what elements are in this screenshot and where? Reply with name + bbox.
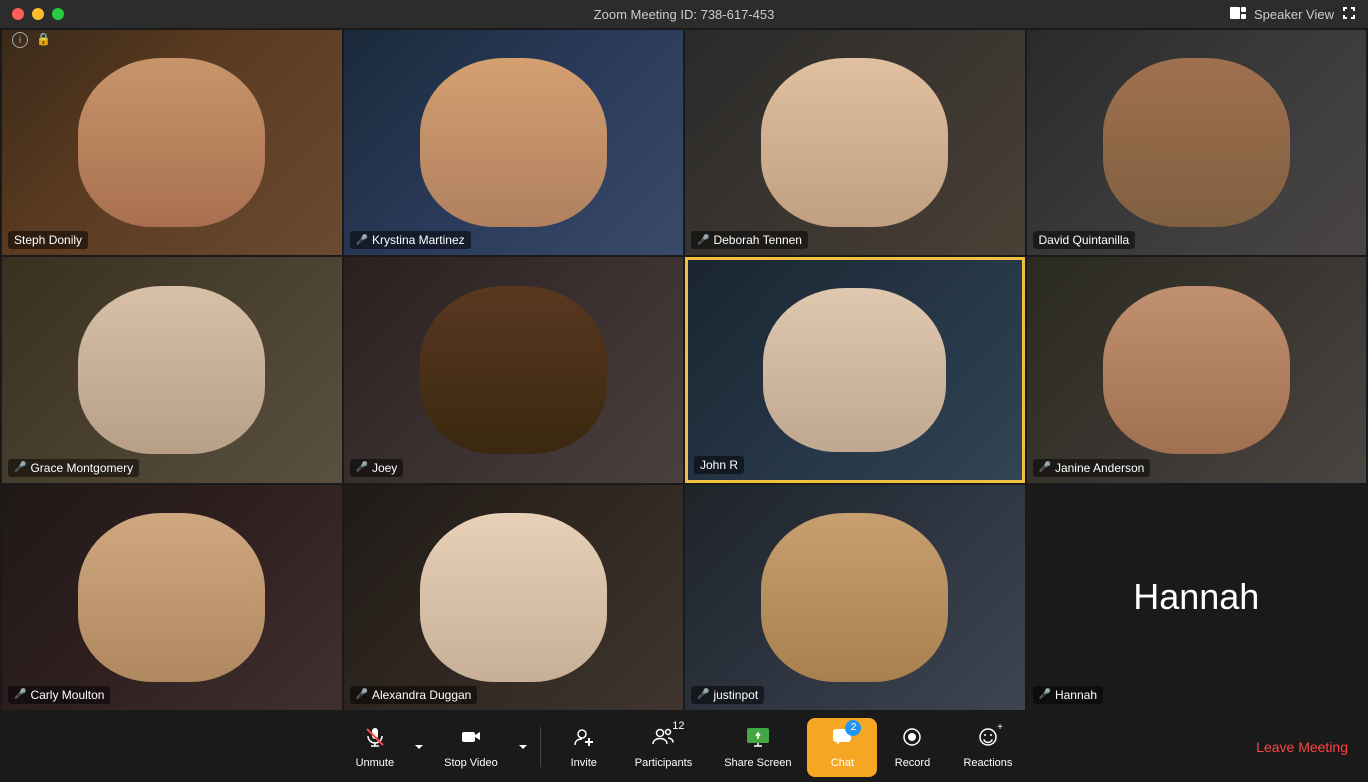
unmute-chevron[interactable]: [410, 734, 428, 760]
chat-button[interactable]: 2 Chat: [807, 718, 877, 777]
participant-name-text-12: Hannah: [1055, 688, 1097, 702]
top-info-icons: i 🔒: [12, 32, 51, 48]
mute-icon-3: 🎤: [697, 235, 709, 246]
participant-name-6: 🎤 Joey: [350, 459, 404, 477]
participant-name-text-10: Alexandra Duggan: [372, 688, 471, 702]
video-chevron[interactable]: [514, 734, 532, 760]
invite-icon: [573, 726, 595, 754]
video-cell-9: 🎤 Carly Moulton: [2, 485, 342, 710]
video-cell-5: 🎤 Grace Montgomery: [2, 257, 342, 482]
video-cell-7: John R: [685, 257, 1025, 482]
reactions-button[interactable]: + Reactions: [947, 718, 1028, 777]
leave-meeting-button[interactable]: Leave Meeting: [1256, 739, 1348, 755]
speaker-view-icon: [1230, 7, 1246, 22]
mute-icon-10: 🎤: [356, 689, 368, 700]
participant-name-4: David Quintanilla: [1033, 231, 1136, 249]
mute-icon-5: 🎤: [14, 462, 26, 473]
video-grid: Steph Donily 🎤 Krystina Martinez 🎤 Deborah T…: [0, 28, 1368, 712]
chat-label: Chat: [831, 757, 854, 769]
participant-name-text-2: Krystina Martinez: [372, 233, 465, 247]
stop-video-button[interactable]: Stop Video: [428, 718, 514, 777]
meeting-title: Zoom Meeting ID: 738-617-453: [594, 7, 775, 22]
participant-name-text-8: Janine Anderson: [1055, 461, 1144, 475]
record-icon: [901, 726, 923, 754]
video-cell-4: David Quintanilla: [1027, 30, 1367, 255]
unmute-group: Unmute: [340, 718, 429, 777]
participant-name-text-4: David Quintanilla: [1039, 233, 1130, 247]
speaker-view-label[interactable]: Speaker View: [1254, 7, 1334, 22]
window-controls: [12, 8, 64, 20]
title-bar: Zoom Meeting ID: 738-617-453 Speaker Vie…: [0, 0, 1368, 28]
stop-video-label: Stop Video: [444, 757, 498, 769]
video-cell-8: 🎤 Janine Anderson: [1027, 257, 1367, 482]
participant-name-5: 🎤 Grace Montgomery: [8, 459, 139, 477]
participant-name-12: 🎤 Hannah: [1033, 686, 1104, 704]
chat-icon: 2: [831, 726, 853, 754]
participants-button[interactable]: 12 Participants: [619, 718, 708, 777]
mute-icon-9: 🎤: [14, 689, 26, 700]
maximize-button[interactable]: [52, 8, 64, 20]
participant-name-9: 🎤 Carly Moulton: [8, 686, 110, 704]
participant-name-11: 🎤 justinpot: [691, 686, 764, 704]
video-cell-6: 🎤 Joey: [344, 257, 684, 482]
mute-icon-6: 🎤: [356, 462, 368, 473]
close-button[interactable]: [12, 8, 24, 20]
top-right-controls: Speaker View: [1230, 6, 1356, 23]
video-cell-12: Hannah 🎤 Hannah: [1027, 485, 1367, 710]
participant-name-text-5: Grace Montgomery: [30, 461, 133, 475]
toolbar: Unmute Stop Video: [0, 712, 1368, 782]
participant-name-text-11: justinpot: [713, 688, 758, 702]
invite-label: Invite: [571, 757, 597, 769]
hannah-name: Hannah: [1133, 576, 1259, 618]
fullscreen-icon[interactable]: [1342, 6, 1356, 23]
participant-name-3: 🎤 Deborah Tennen: [691, 231, 808, 249]
lock-icon: 🔒: [36, 32, 51, 48]
minimize-button[interactable]: [32, 8, 44, 20]
participant-name-7: John R: [694, 456, 744, 474]
microphone-icon: [364, 726, 386, 754]
participant-name-text-6: Joey: [372, 461, 397, 475]
participant-name-1: Steph Donily: [8, 231, 88, 249]
participant-name-text-3: Deborah Tennen: [713, 233, 802, 247]
unmute-label: Unmute: [356, 757, 395, 769]
video-icon: [460, 726, 482, 754]
video-cell-2: 🎤 Krystina Martinez: [344, 30, 684, 255]
mute-icon-12: 🎤: [1039, 689, 1051, 700]
separator-1: [540, 727, 541, 767]
share-screen-button[interactable]: Share Screen: [708, 718, 807, 777]
participants-label: Participants: [635, 757, 692, 769]
mute-icon-8: 🎤: [1039, 462, 1051, 473]
record-label: Record: [895, 757, 930, 769]
video-cell-11: 🎤 justinpot: [685, 485, 1025, 710]
video-cell-1: Steph Donily: [2, 30, 342, 255]
record-button[interactable]: Record: [877, 718, 947, 777]
participant-name-8: 🎤 Janine Anderson: [1033, 459, 1151, 477]
participants-count: 12: [672, 720, 684, 732]
reactions-label: Reactions: [963, 757, 1012, 769]
info-icon[interactable]: i: [12, 32, 28, 48]
invite-button[interactable]: Invite: [549, 718, 619, 777]
video-group: Stop Video: [428, 718, 532, 777]
participant-name-text-7: John R: [700, 458, 738, 472]
chat-badge: 2: [845, 720, 861, 736]
mute-icon-11: 🎤: [697, 689, 709, 700]
reactions-icon: +: [977, 726, 999, 754]
participant-name-text-9: Carly Moulton: [30, 688, 104, 702]
participant-name-text-1: Steph Donily: [14, 233, 82, 247]
video-cell-10: 🎤 Alexandra Duggan: [344, 485, 684, 710]
mute-icon-2: 🎤: [356, 235, 368, 246]
video-cell-3: 🎤 Deborah Tennen: [685, 30, 1025, 255]
participant-name-10: 🎤 Alexandra Duggan: [350, 686, 478, 704]
share-screen-label: Share Screen: [724, 757, 791, 769]
unmute-button[interactable]: Unmute: [340, 718, 411, 777]
share-screen-icon: [746, 726, 770, 754]
participant-name-2: 🎤 Krystina Martinez: [350, 231, 471, 249]
participants-icon: 12: [652, 726, 674, 754]
